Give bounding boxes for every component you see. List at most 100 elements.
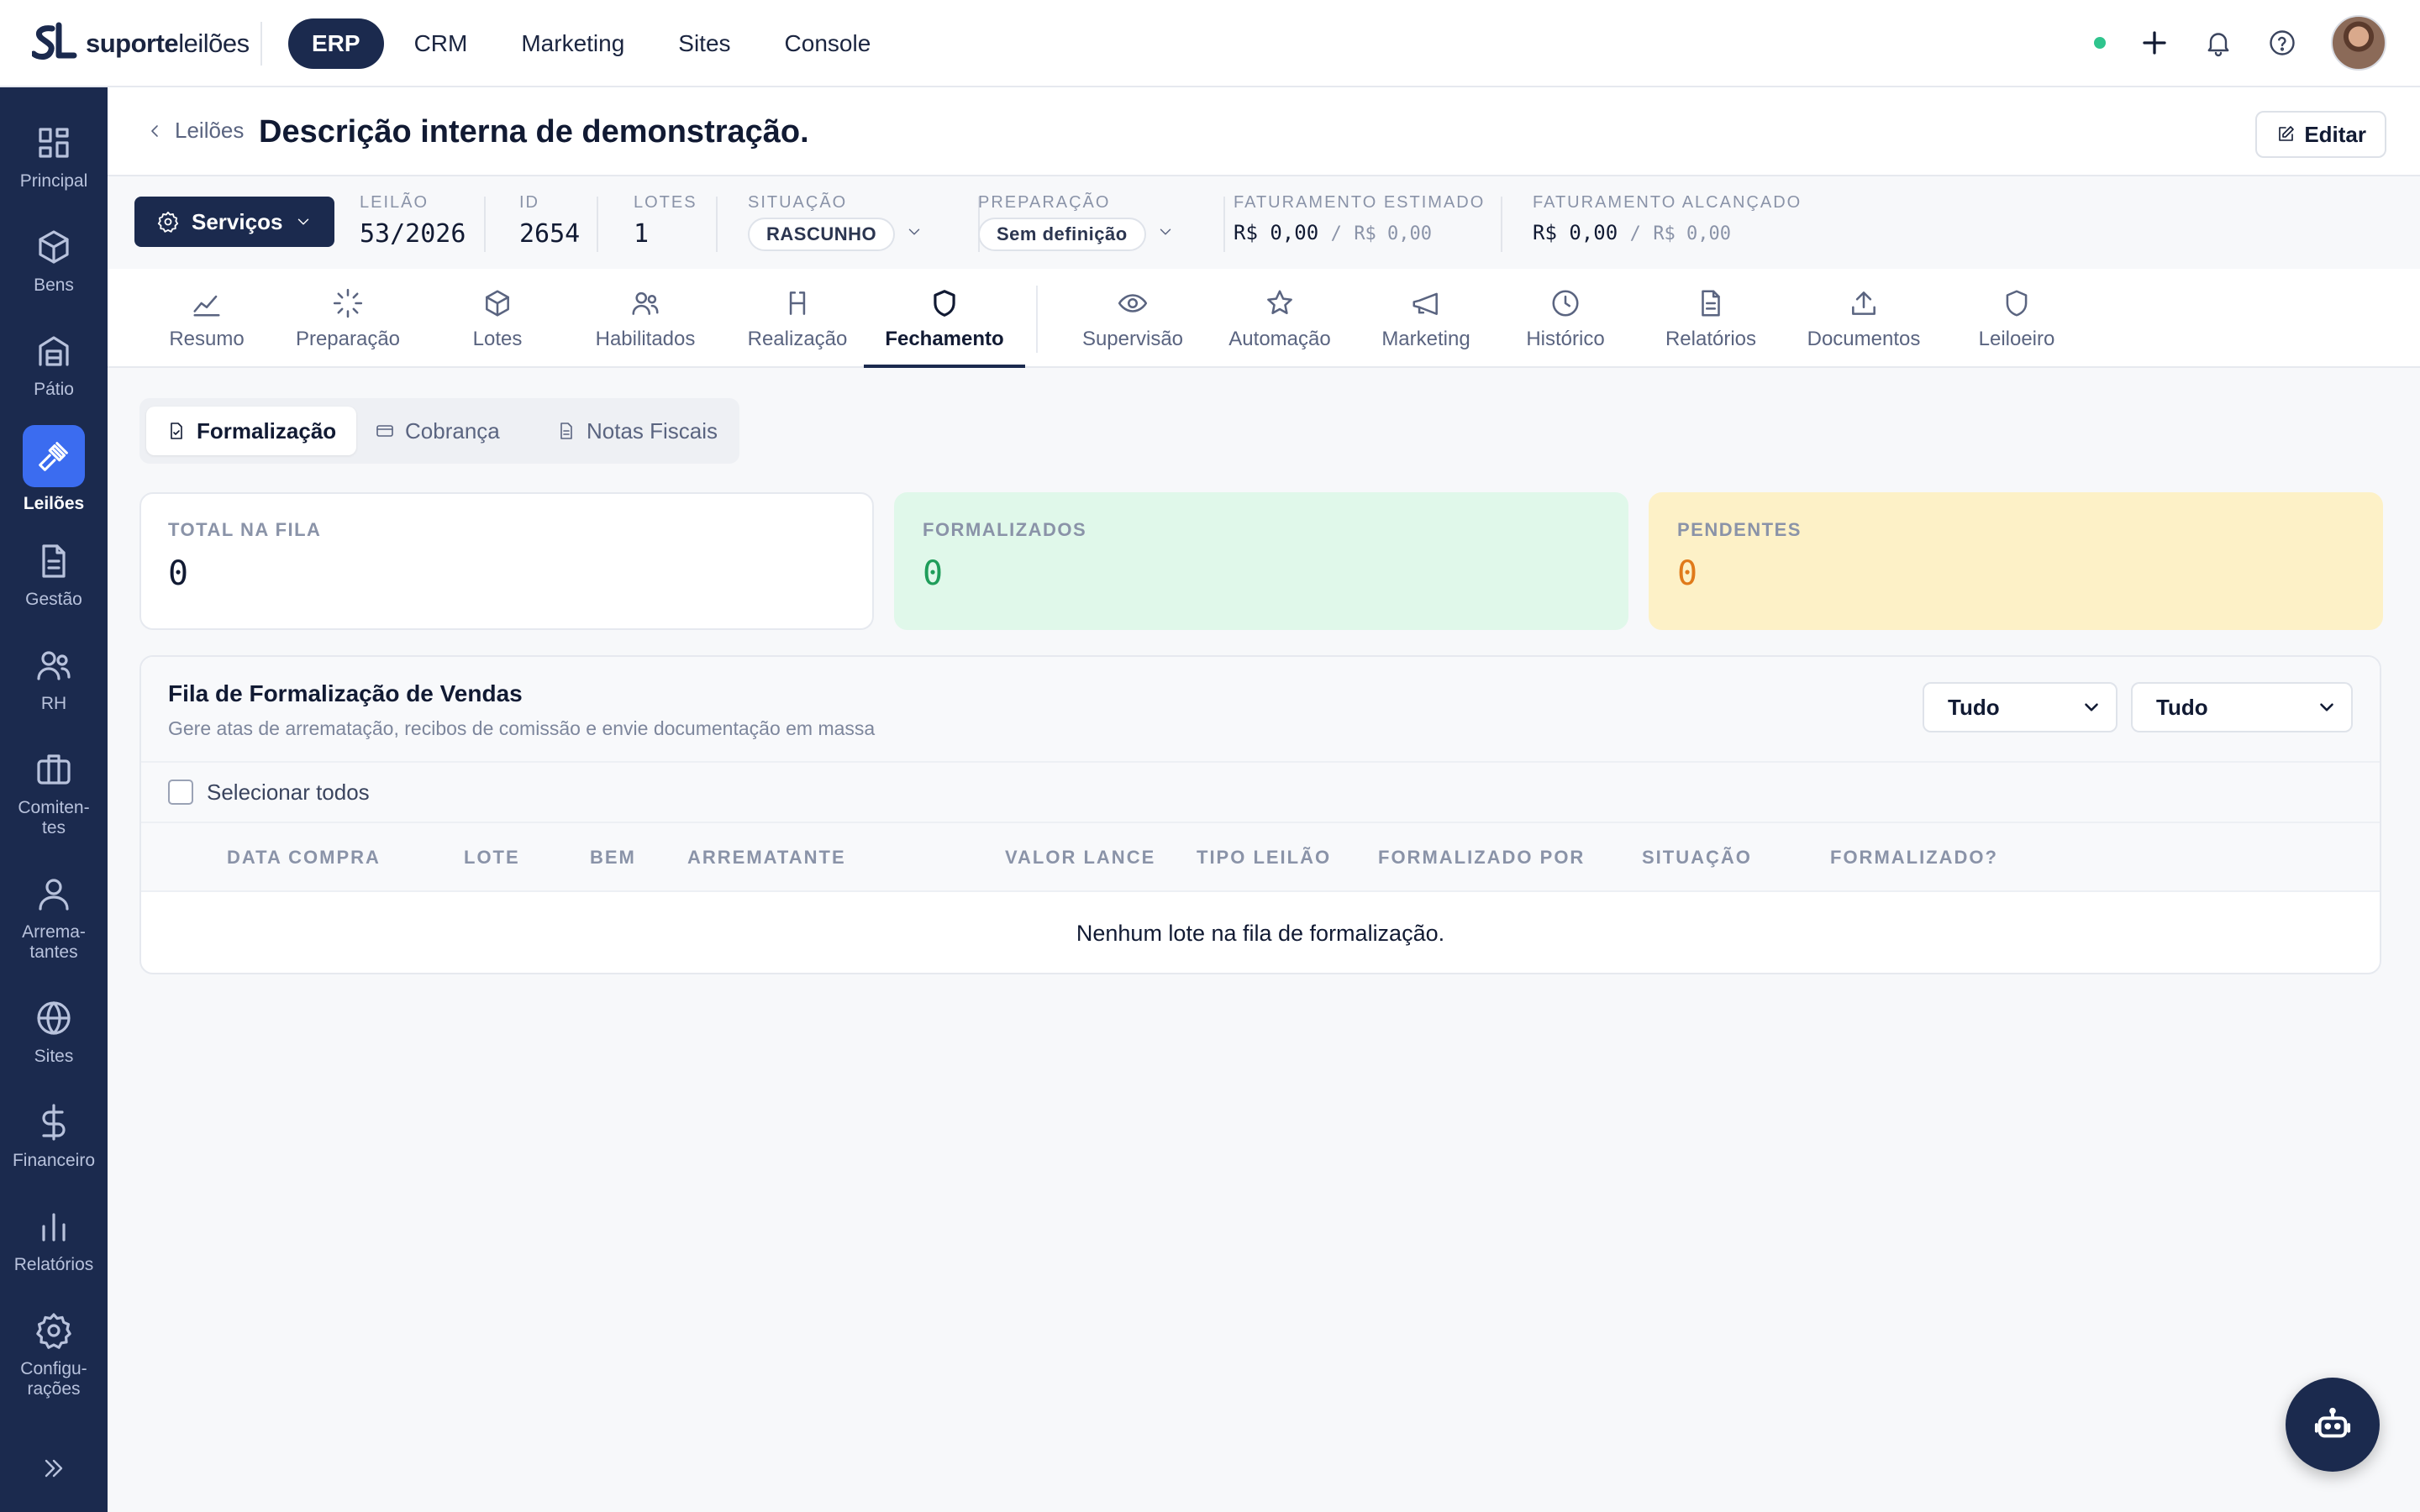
plus-icon[interactable] [2139,28,2170,58]
sidebar-item-gestao[interactable]: Gestão [0,541,108,610]
page-header: Leilões Descrição interna de demonstraçã… [108,87,2420,176]
column-header[interactable]: FORMALIZADO? [1830,847,1998,869]
tab-marketing[interactable]: Marketing [1363,279,1489,368]
tab-realizacao[interactable]: Realização [734,279,860,368]
status-badge: RASCUNHO [748,218,896,251]
divider [597,197,598,252]
sidebar-item-comitentes[interactable]: Comiten-tes [0,749,108,838]
subtab-notas-fiscais[interactable]: Notas Fiscais [536,407,738,455]
topnav-console[interactable]: Console [761,18,895,69]
tab-documentos[interactable]: Documentos [1797,279,1931,368]
sidebar-label: Comiten-tes [18,798,90,837]
stat-faturamento-alcancado: FATURAMENTO ALCANÇADO R$ 0,00 / R$ 0,00 [1533,193,1802,244]
topnav-erp[interactable]: ERP [288,18,384,69]
column-header[interactable]: ARREMATANTE [687,847,846,869]
grid-icon [39,128,69,158]
filter-select-2[interactable]: Tudo [2131,682,2353,732]
sidebar-item-sites[interactable]: Sites [0,998,108,1067]
tab-leiloeiro[interactable]: Leiloeiro [1960,279,2074,368]
stat-label: LOTES [634,193,697,212]
sidebar-item-configuracoes[interactable]: Configu-rações [0,1310,108,1399]
sidebar-label: Configu-rações [20,1359,87,1399]
bracket-icon [789,291,806,315]
tab-relatorios[interactable]: Relatórios [1652,279,1770,368]
tab-habilitados[interactable]: Habilitados [578,279,713,368]
chevron-down-icon [2320,703,2333,711]
sidebar-item-arrematantes[interactable]: Arrema-tantes [0,874,108,963]
users-icon [632,291,659,315]
stat-preparacao: PREPARAÇÃO Sem definição [978,193,1175,251]
column-header[interactable]: SITUAÇÃO [1642,847,1752,869]
tab-label: Fechamento [885,328,1004,350]
tab-label: Realização [747,328,848,350]
subtab-label: Notas Fiscais [587,417,718,444]
filter-select-1[interactable]: Tudo [1923,682,2118,732]
breadcrumb[interactable]: Leilões [145,118,244,144]
chevron-left-icon [151,124,158,137]
sidebar-item-leiloes[interactable]: Leilões [0,425,108,514]
kpi-value: 0 [1677,554,1698,593]
sidebar-item-principal[interactable]: Principal [0,123,108,192]
filter-select-value: Tudo [1948,694,2000,720]
expand-sidebar-icon[interactable] [39,1453,69,1483]
bar-chart-icon [42,1213,66,1242]
tab-label: Habilitados [595,328,696,350]
tab-label: Leiloeiro [1978,328,2055,350]
tab-automacao[interactable]: Automação [1210,279,1349,368]
page-title: Descrição interna de demonstração. [259,114,809,150]
topnav-sites[interactable]: Sites [655,18,754,69]
sidebar-label: Pátio [34,380,74,399]
avatar[interactable] [2331,15,2386,71]
divider [1501,197,1502,252]
breadcrumb-leiloes[interactable]: Leilões [175,118,244,144]
edit-button[interactable]: Editar [2255,111,2386,158]
tab-preparacao[interactable]: Preparação [281,279,415,368]
shield-icon [934,290,955,317]
select-all-label[interactable]: Selecionar todos [207,780,370,806]
sidebar-item-financeiro[interactable]: Financeiro [0,1102,108,1171]
column-header[interactable]: BEM [590,847,636,869]
stat-label: FATURAMENTO ALCANÇADO [1533,193,1802,212]
subtab-cobranca[interactable]: Cobrança [355,407,520,455]
auction-info-bar: Serviços LEILÃO 53/2026 ID 2654 LOTES 1 … [108,176,2420,269]
tab-fechamento[interactable]: Fechamento [864,279,1025,368]
tab-lotes[interactable]: Lotes [447,279,548,368]
services-label: Serviços [192,208,283,234]
sidebar-item-rh[interactable]: RH [0,645,108,714]
brand-logo[interactable]: suporteleilões [32,22,250,66]
bell-icon[interactable] [2203,28,2233,58]
topnav-crm[interactable]: CRM [391,18,492,69]
stat-label: FATURAMENTO ESTIMADO [1234,193,1486,212]
assistant-button[interactable] [2286,1378,2380,1472]
subtab-formalizacao[interactable]: Formalização [146,407,357,455]
tab-resumo[interactable]: Resumo [148,279,266,368]
column-header[interactable]: VALOR LANCE [1005,847,1155,869]
column-header[interactable]: TIPO LEILÃO [1197,847,1331,869]
sidebar-item-patio[interactable]: Pátio [0,331,108,400]
select-all-row: Selecionar todos [141,763,2380,823]
tab-label: Relatórios [1665,328,1757,350]
sidebar-item-bens[interactable]: Bens [0,227,108,296]
gear-icon [36,1313,71,1349]
preparacao-badge: Sem definição [978,218,1146,251]
tab-historico[interactable]: Histórico [1511,279,1620,368]
help-icon[interactable] [2267,28,2297,58]
column-header[interactable]: LOTE [464,847,520,869]
section-tabs: Resumo Preparação Lotes Habilitados Real… [108,269,2420,368]
tab-supervisao[interactable]: Supervisão [1057,279,1208,368]
document-icon [42,544,66,578]
situacao-dropdown[interactable]: RASCUNHO [748,213,923,251]
topnav-marketing[interactable]: Marketing [497,18,648,69]
sidebar-item-relatorios[interactable]: Relatórios [0,1206,108,1275]
preparacao-dropdown[interactable]: Sem definição [978,213,1175,251]
services-button[interactable]: Serviços [134,197,335,247]
column-header[interactable]: FORMALIZADO POR [1378,847,1585,869]
chevron-down-icon [298,218,309,225]
clock-icon [1552,290,1579,317]
divider [1036,286,1038,353]
column-header[interactable]: DATA COMPRA [227,847,381,869]
divider [484,197,486,252]
select-all-checkbox[interactable] [168,780,193,805]
divider [260,22,262,66]
stat-label: ID [519,193,539,212]
